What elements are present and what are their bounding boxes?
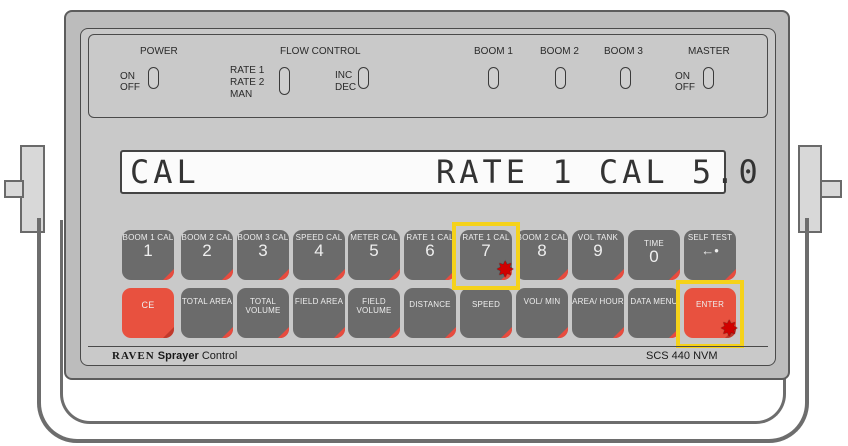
boom2-label: BOOM 2 [540, 46, 579, 57]
flow-rate2-label: RATE 2 [230, 77, 265, 88]
flow-inc-label: INC [335, 70, 353, 81]
bracket-left-tab [4, 180, 24, 198]
key-total-volume[interactable]: TOTAL VOLUME [237, 288, 289, 338]
power-title: POWER [140, 46, 178, 57]
boom1-switch[interactable] [488, 67, 499, 89]
flow-man-label: MAN [230, 89, 253, 100]
display-left-text: CAL [130, 153, 200, 191]
boom3-label: BOOM 3 [604, 46, 643, 57]
power-switch[interactable] [148, 67, 159, 89]
key-meter-cal[interactable]: METER CAL 5 [348, 230, 400, 280]
key-vol-min[interactable]: VOL/ MIN [516, 288, 568, 338]
key-boom3-cal[interactable]: BOOM 3 CAL 3 [237, 230, 289, 280]
key-field-volume[interactable]: FIELD VOLUME [348, 288, 400, 338]
power-on-label: ON [120, 71, 135, 82]
display-right-text: RATE 1 CAL 5.0 [436, 153, 762, 191]
flow-dec-label: DEC [335, 82, 357, 93]
master-off-label: OFF [675, 82, 695, 93]
flow-inc-dec-switch[interactable] [358, 67, 369, 89]
key-distance[interactable]: DISTANCE [404, 288, 456, 338]
press-marker-icon: ✸ [496, 257, 515, 282]
key-field-area[interactable]: FIELD AREA [293, 288, 345, 338]
key-speed[interactable]: SPEED [460, 288, 512, 338]
brand-label: RAVEN Sprayer Control [112, 350, 237, 362]
key-rate1-cal-6[interactable]: RATE 1 CAL 6 [404, 230, 456, 280]
flow-control-title: FLOW CONTROL [280, 46, 361, 57]
press-marker-icon: ✸ [720, 316, 739, 341]
switch-panel [88, 34, 768, 118]
brand-product: Sprayer [157, 350, 199, 362]
master-on-label: ON [675, 71, 690, 82]
boom2-switch[interactable] [555, 67, 566, 89]
key-total-area[interactable]: TOTAL AREA [181, 288, 233, 338]
key-time[interactable]: TIME 0 [628, 230, 680, 280]
brand-raven: RAVEN [112, 350, 155, 362]
boom3-switch[interactable] [620, 67, 631, 89]
key-vol-tank[interactable]: VOL TANK 9 [572, 230, 624, 280]
brand-control: Control [201, 350, 238, 362]
key-boom2-cal-8[interactable]: BOOM 2 CAL 8 [516, 230, 568, 280]
bracket-right-tab [820, 180, 842, 198]
brand-strip [88, 346, 768, 347]
key-boom1-cal[interactable]: BOOM 1 CAL 1 [122, 230, 174, 280]
master-title: MASTER [688, 46, 730, 57]
master-switch[interactable] [703, 67, 714, 89]
boom1-label: BOOM 1 [474, 46, 513, 57]
model-label: SCS 440 NVM [646, 350, 718, 362]
key-self-test[interactable]: SELF TEST ←• [684, 230, 736, 280]
flow-rate-switch[interactable] [279, 67, 290, 95]
key-boom2-cal[interactable]: BOOM 2 CAL 2 [181, 230, 233, 280]
power-off-label: OFF [120, 82, 140, 93]
flow-rate1-label: RATE 1 [230, 65, 265, 76]
key-area-hour[interactable]: AREA/ HOUR [572, 288, 624, 338]
key-speed-cal[interactable]: SPEED CAL 4 [293, 230, 345, 280]
key-ce[interactable]: CE [122, 288, 174, 338]
key-data-menu[interactable]: DATA MENU [628, 288, 680, 338]
